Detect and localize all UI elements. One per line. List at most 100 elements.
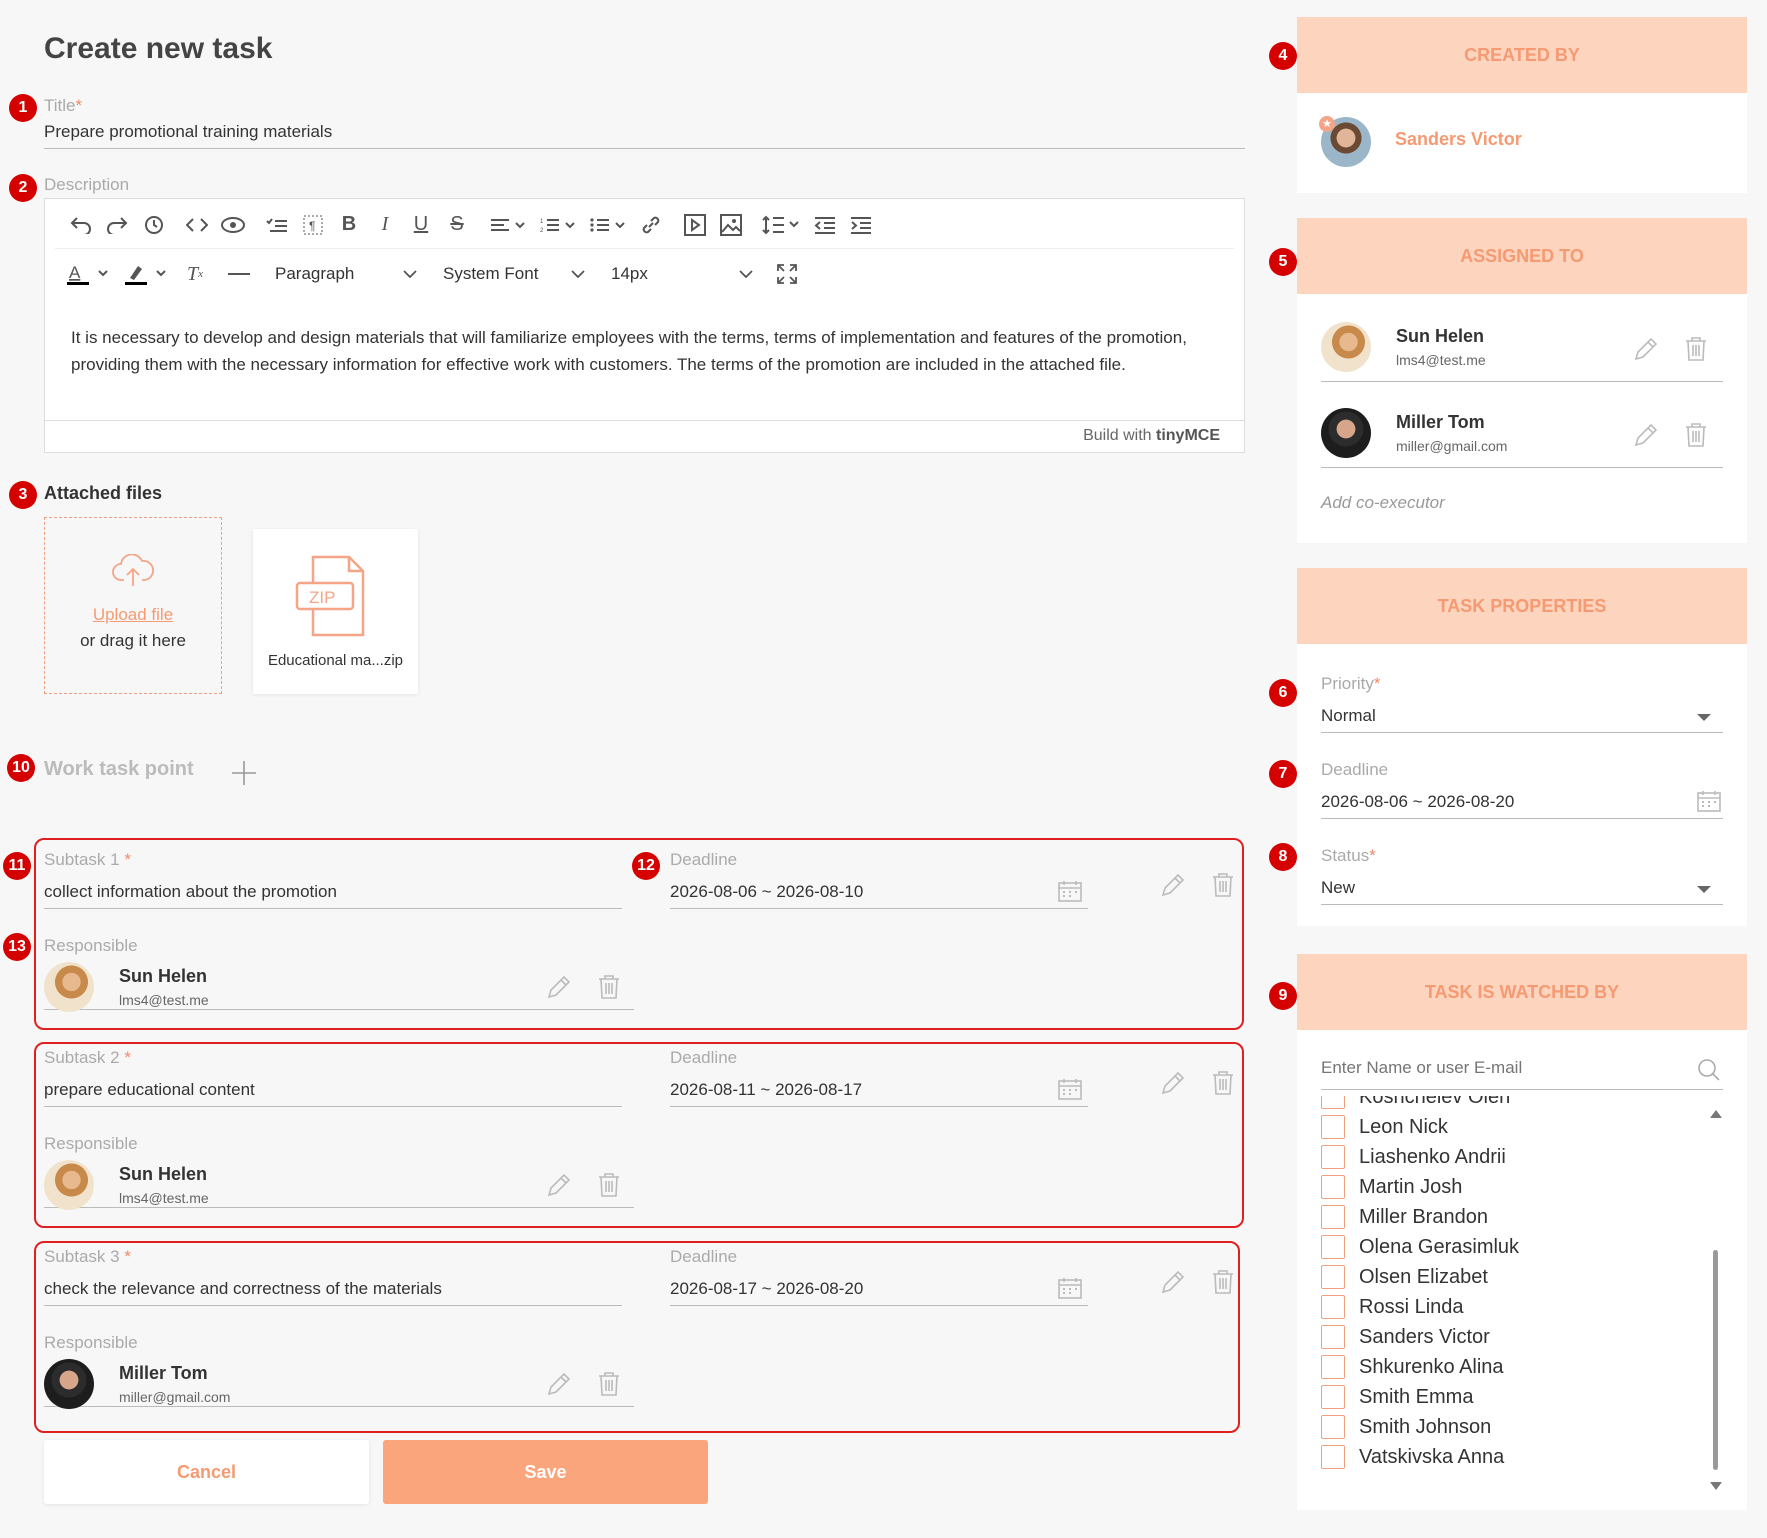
highlight-color-icon[interactable] — [119, 257, 177, 291]
watcher-checkbox[interactable] — [1321, 1235, 1345, 1259]
text-color-icon[interactable]: A — [61, 257, 119, 291]
font-size-select[interactable]: 14px — [601, 257, 761, 291]
image-icon[interactable] — [713, 208, 749, 242]
watcher-checkbox[interactable] — [1321, 1385, 1345, 1409]
visual-chars-icon[interactable]: ¶ — [295, 208, 331, 242]
calendar-icon[interactable] — [1697, 790, 1721, 812]
watcher-checkbox[interactable] — [1321, 1205, 1345, 1229]
watcher-item[interactable]: Koshcheiev Oleh — [1321, 1096, 1701, 1112]
strikethrough-icon[interactable]: S — [439, 208, 475, 242]
show-blocks-icon[interactable] — [259, 208, 295, 242]
cancel-button[interactable]: Cancel — [44, 1440, 369, 1504]
edit-responsible-button[interactable] — [544, 1170, 574, 1200]
subtask-input[interactable]: collect information about the promotion — [44, 882, 622, 909]
calendar-icon[interactable] — [1058, 1078, 1082, 1100]
code-icon[interactable] — [179, 208, 215, 242]
watcher-checkbox[interactable] — [1321, 1096, 1345, 1109]
watcher-checkbox[interactable] — [1321, 1265, 1345, 1289]
delete-subtask-button[interactable] — [1208, 1068, 1238, 1098]
delete-responsible-button[interactable] — [594, 972, 624, 1002]
italic-icon[interactable]: I — [367, 208, 403, 242]
history-icon[interactable] — [135, 208, 171, 242]
edit-assignee-button[interactable] — [1631, 334, 1661, 364]
upload-file-link[interactable]: Upload file — [45, 605, 221, 625]
block-format-select[interactable]: Paragraph — [265, 257, 425, 291]
watcher-item[interactable]: Olena Gerasimluk — [1321, 1232, 1701, 1262]
bold-icon[interactable]: B — [331, 208, 367, 242]
add-co-executor-input[interactable]: Add co-executor — [1321, 493, 1445, 513]
attached-file-card[interactable]: ZIP Educational ma...zip — [253, 529, 418, 694]
redo-icon[interactable] — [99, 208, 135, 242]
line-height-icon[interactable] — [757, 208, 807, 242]
delete-responsible-button[interactable] — [594, 1369, 624, 1399]
media-icon[interactable] — [677, 208, 713, 242]
edit-subtask-button[interactable] — [1158, 1267, 1188, 1297]
add-work-task-point-button[interactable] — [229, 758, 259, 793]
watcher-item[interactable]: Sanders Victor — [1321, 1322, 1701, 1352]
search-icon[interactable] — [1697, 1058, 1721, 1082]
watcher-scrollbar[interactable] — [1709, 1110, 1723, 1490]
outdent-icon[interactable] — [807, 208, 843, 242]
watcher-item[interactable]: Miller Brandon — [1321, 1202, 1701, 1232]
underline-icon[interactable]: U — [403, 208, 439, 242]
delete-responsible-button[interactable] — [594, 1170, 624, 1200]
subtask-deadline-input[interactable]: 2026-08-06 ~ 2026-08-10 — [670, 882, 1088, 909]
watcher-checkbox[interactable] — [1321, 1175, 1345, 1199]
scroll-up-icon[interactable] — [1710, 1110, 1722, 1118]
edit-responsible-button[interactable] — [544, 972, 574, 1002]
undo-icon[interactable] — [63, 208, 99, 242]
description-text[interactable]: It is necessary to develop and design ma… — [71, 324, 1191, 378]
horizontal-line-icon[interactable] — [221, 257, 257, 291]
delete-subtask-button[interactable] — [1208, 870, 1238, 900]
subtask-deadline-input[interactable]: 2026-08-17 ~ 2026-08-20 — [670, 1279, 1088, 1306]
align-icon[interactable] — [483, 208, 533, 242]
creator-name[interactable]: Sanders Victor — [1395, 129, 1522, 150]
subtask-input[interactable]: check the relevance and correctness of t… — [44, 1279, 622, 1306]
watcher-item[interactable]: Shkurenko Alina — [1321, 1352, 1701, 1382]
watcher-checkbox[interactable] — [1321, 1445, 1345, 1469]
watcher-checkbox[interactable] — [1321, 1355, 1345, 1379]
indent-icon[interactable] — [843, 208, 879, 242]
clear-formatting-icon[interactable]: Tx — [177, 257, 213, 291]
delete-assignee-button[interactable] — [1681, 334, 1711, 364]
numbered-list-icon[interactable]: 12 — [533, 208, 583, 242]
bullet-list-icon[interactable] — [583, 208, 633, 242]
delete-subtask-button[interactable] — [1208, 1267, 1238, 1297]
edit-subtask-button[interactable] — [1158, 1068, 1188, 1098]
priority-select[interactable]: Normal — [1321, 706, 1723, 733]
title-input[interactable]: Prepare promotional training materials — [44, 122, 1245, 149]
edit-responsible-button[interactable] — [544, 1369, 574, 1399]
calendar-icon[interactable] — [1058, 880, 1082, 902]
watcher-item[interactable]: Smith Johnson — [1321, 1412, 1701, 1442]
upload-dropzone[interactable]: Upload file or drag it here — [44, 517, 222, 694]
watcher-checkbox[interactable] — [1321, 1415, 1345, 1439]
tinymce-logo[interactable]: tinyMCE — [1156, 427, 1220, 444]
edit-assignee-button[interactable] — [1631, 420, 1661, 450]
edit-subtask-button[interactable] — [1158, 870, 1188, 900]
watcher-checkbox[interactable] — [1321, 1295, 1345, 1319]
watcher-checkbox[interactable] — [1321, 1115, 1345, 1139]
link-icon[interactable] — [633, 208, 669, 242]
status-select[interactable]: New — [1321, 878, 1723, 905]
watcher-checkbox[interactable] — [1321, 1325, 1345, 1349]
watcher-item[interactable]: Leon Nick — [1321, 1112, 1701, 1142]
watcher-checkbox[interactable] — [1321, 1145, 1345, 1169]
subtask-input[interactable]: prepare educational content — [44, 1080, 622, 1107]
delete-assignee-button[interactable] — [1681, 420, 1711, 450]
calendar-icon[interactable] — [1058, 1277, 1082, 1299]
save-button[interactable]: Save — [383, 1440, 708, 1504]
subtask-deadline-input[interactable]: 2026-08-11 ~ 2026-08-17 — [670, 1080, 1088, 1107]
font-family-select[interactable]: System Font — [433, 257, 593, 291]
preview-eye-icon[interactable] — [215, 208, 251, 242]
scroll-down-icon[interactable] — [1710, 1482, 1722, 1490]
watcher-item[interactable]: Smith Emma — [1321, 1382, 1701, 1412]
watcher-search-input[interactable] — [1321, 1058, 1681, 1078]
watcher-item[interactable]: Liashenko Andrii — [1321, 1142, 1701, 1172]
fullscreen-icon[interactable] — [769, 257, 805, 291]
deadline-input[interactable]: 2026-08-06 ~ 2026-08-20 — [1321, 790, 1723, 819]
watcher-item[interactable]: Vatskivska Anna — [1321, 1442, 1701, 1472]
scrollbar-thumb[interactable] — [1713, 1250, 1718, 1470]
watcher-item[interactable]: Martin Josh — [1321, 1172, 1701, 1202]
watcher-item[interactable]: Olsen Elizabet — [1321, 1262, 1701, 1292]
watcher-item[interactable]: Rossi Linda — [1321, 1292, 1701, 1322]
